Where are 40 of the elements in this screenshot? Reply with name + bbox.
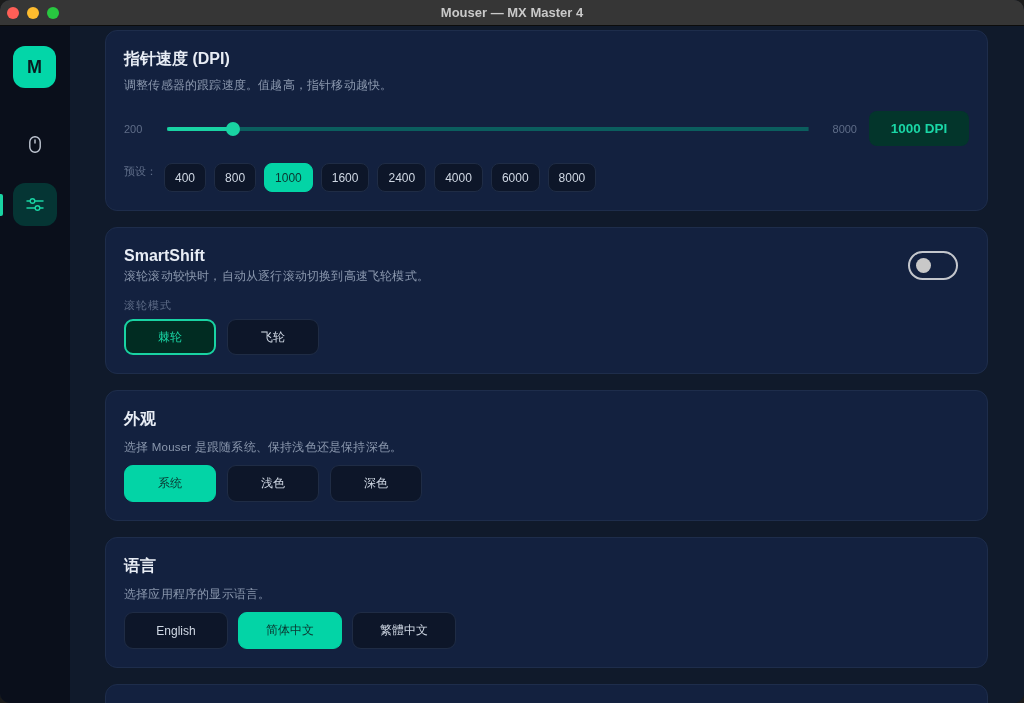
slider-max-label: 8000	[832, 122, 857, 135]
preset-button[interactable]: 1600	[320, 163, 370, 192]
settings-nav-button[interactable]	[13, 183, 57, 226]
preset-button[interactable]: 1000	[264, 163, 313, 192]
mouse-icon	[29, 136, 41, 153]
theme-option-button[interactable]: 深色	[330, 465, 422, 502]
preset-button[interactable]: 6000	[490, 163, 540, 192]
section-title: 语言	[124, 556, 157, 576]
section-title: 指针速度 (DPI)	[124, 49, 231, 69]
section-description: 选择应用程序的显示语言。	[124, 587, 272, 602]
mode-option-button[interactable]: 飞轮	[227, 319, 319, 355]
mode-option-button[interactable]: 棘轮	[124, 319, 216, 355]
preset-button[interactable]: 800	[214, 163, 257, 192]
slider-thumb[interactable]	[226, 121, 241, 136]
minimize-button[interactable]	[27, 6, 39, 19]
language-option-button[interactable]: 繁體中文	[352, 612, 456, 649]
presets-label: 预设：	[124, 164, 158, 179]
theme-option-button[interactable]: 系统	[124, 465, 216, 502]
theme-option-button[interactable]: 浅色	[227, 465, 319, 502]
sliders-icon	[26, 197, 44, 212]
preset-button[interactable]: 4000	[434, 163, 483, 192]
app-logo: M	[13, 46, 56, 88]
slider-min-label: 200	[124, 122, 143, 135]
mode-label: 滚轮模式	[124, 298, 173, 313]
preset-button[interactable]: 2400	[377, 163, 427, 192]
maximize-button[interactable]	[47, 6, 59, 19]
language-option-button[interactable]: 简体中文	[238, 612, 342, 649]
dpi-value-badge: 1000 DPI	[869, 111, 969, 146]
preset-button[interactable]: 400	[164, 163, 207, 192]
close-button[interactable]	[7, 6, 19, 19]
section-description: 滚轮滚动较快时，自动从逐行滚动切换到高速飞轮模式。	[124, 269, 429, 284]
preset-button[interactable]: 8000	[547, 163, 597, 192]
section-description: 选择 Mouser 是跟随系统、保持浅色还是保持深色。	[124, 440, 404, 455]
section-title: SmartShift	[124, 246, 206, 266]
toggle-switch[interactable]	[908, 251, 958, 280]
section-description: 调整传感器的跟踪速度。值越高，指针移动越快。	[124, 78, 394, 93]
language-option-button[interactable]: English	[124, 612, 228, 649]
active-indicator	[0, 194, 3, 216]
window-title: Mouser — MX Master 4	[440, 5, 584, 20]
section-title: 外观	[124, 409, 157, 429]
